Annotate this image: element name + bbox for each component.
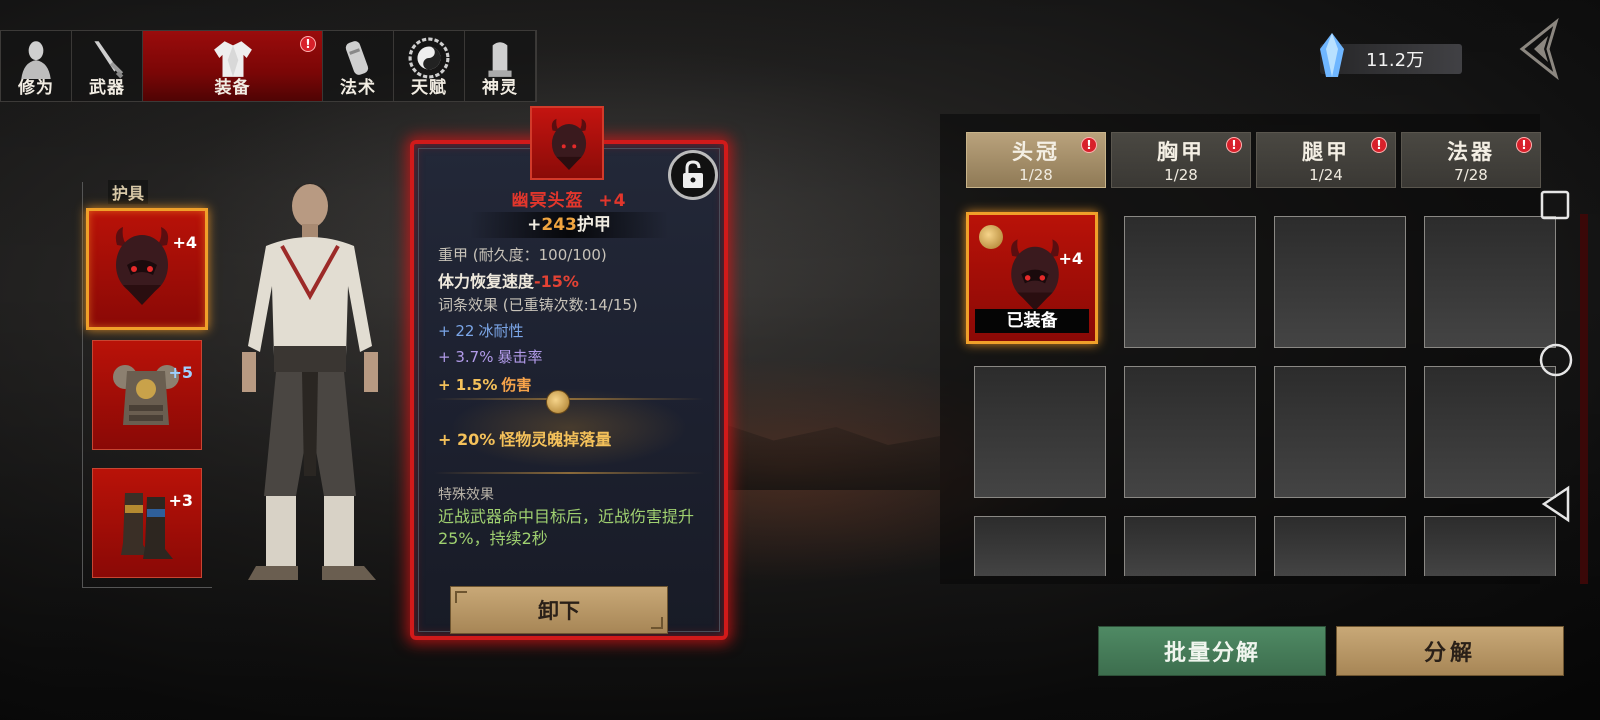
- affix-text: 怪物灵魄掉落量: [499, 430, 612, 449]
- armor-value-label: 护甲: [576, 215, 611, 235]
- inventory-slot-empty[interactable]: [1124, 366, 1256, 498]
- alert-badge: !: [1081, 137, 1097, 153]
- tab-equipment[interactable]: ! 装备: [143, 31, 323, 101]
- item-name-level: +4: [598, 191, 627, 211]
- crystal-icon: [1320, 33, 1344, 77]
- affix-value: + 3.7%: [438, 348, 494, 366]
- alert-badge: !: [1516, 137, 1532, 153]
- category-name: 胸甲: [1157, 140, 1205, 164]
- tab-legs[interactable]: 腿甲 1/24 !: [1256, 132, 1396, 188]
- demon-helmet-icon: [1011, 239, 1059, 311]
- item-level: +4: [172, 233, 197, 252]
- inventory-slot-equipped[interactable]: +4 已装备: [966, 212, 1098, 344]
- category-count: 7/28: [1454, 166, 1488, 184]
- affix-header: 词条效果 (已重铸次数:14/15): [438, 296, 638, 314]
- armor-slot-helmet[interactable]: +4: [86, 208, 208, 330]
- set-icon: [979, 225, 1003, 249]
- tab-artifact[interactable]: 法器 7/28 !: [1401, 132, 1541, 188]
- decompose-button[interactable]: 分解: [1336, 626, 1564, 676]
- demon-helmet-icon: [115, 227, 169, 305]
- back-icon[interactable]: [1512, 18, 1570, 80]
- recent-apps-icon[interactable]: [1540, 190, 1570, 220]
- item-name-text: 幽冥头盔: [511, 191, 584, 211]
- tab-cultivation[interactable]: 修为: [1, 31, 72, 101]
- coin-icon: [546, 390, 570, 414]
- inventory-slot-empty[interactable]: [1274, 216, 1406, 348]
- divider: [434, 472, 704, 474]
- armor-type-line: 重甲 (耐久度：100/100): [438, 246, 607, 264]
- demon-helmet-icon: [551, 118, 587, 170]
- stamina-line: 体力恢复速度-15%: [438, 268, 579, 292]
- affix-value: + 20%: [438, 430, 496, 449]
- tab-crown[interactable]: 头冠 1/28 !: [966, 132, 1106, 188]
- armor-slot-boots[interactable]: +3: [92, 468, 202, 578]
- armor-value: +243护甲: [470, 212, 668, 238]
- item-level: +5: [168, 363, 193, 382]
- affix-ice-resist: + 22 冰耐性: [438, 320, 523, 341]
- home-icon[interactable]: [1539, 343, 1573, 377]
- sword-icon: [94, 41, 124, 79]
- category-count: 1/24: [1309, 166, 1343, 184]
- batch-decompose-button[interactable]: 批量分解: [1098, 626, 1326, 676]
- item-level: +4: [1058, 249, 1083, 268]
- tab-spell[interactable]: 法术: [323, 31, 394, 101]
- alert-badge: !: [1226, 137, 1242, 153]
- robe-icon: [213, 41, 252, 77]
- affix-text: 暴击率: [497, 348, 543, 366]
- category-name: 腿甲: [1302, 140, 1350, 164]
- inventory-slot-empty[interactable]: [1124, 216, 1256, 348]
- tablet-icon: [488, 42, 512, 77]
- back-nav-icon[interactable]: [1541, 485, 1570, 523]
- taiji-icon: [408, 37, 450, 79]
- character-model[interactable]: [226, 176, 396, 616]
- category-name: 法器: [1447, 140, 1495, 164]
- affix-soul-drop: + 20% 怪物灵魄掉落量: [438, 426, 611, 450]
- equipped-tag: 已装备: [975, 309, 1089, 333]
- item-level: +3: [168, 491, 193, 510]
- tab-chest[interactable]: 胸甲 1/28 !: [1111, 132, 1251, 188]
- armor-value-prefix: +: [527, 215, 542, 235]
- affix-value: + 22: [438, 322, 475, 340]
- scroll-icon: [345, 41, 369, 75]
- stamina-label: 体力恢复速度: [438, 272, 535, 291]
- system-nav-bar: [1539, 190, 1573, 523]
- armor-panel-title: 护具: [108, 180, 149, 204]
- alert-badge: !: [300, 36, 316, 52]
- tab-talent[interactable]: 天赋: [394, 31, 465, 101]
- inventory-slot-empty[interactable]: [1274, 516, 1406, 576]
- inventory-slot-empty[interactable]: [974, 366, 1106, 498]
- inventory-slot-empty[interactable]: [1274, 366, 1406, 498]
- category-name: 头冠: [1012, 140, 1060, 164]
- armor-slot-chest[interactable]: +5: [92, 340, 202, 450]
- stamina-value: -15%: [534, 272, 579, 291]
- alert-badge: !: [1371, 137, 1387, 153]
- special-effect-text: 近战武器命中目标后，近战伤害提升25%，持续2秒: [438, 507, 695, 548]
- category-count: 1/28: [1019, 166, 1053, 184]
- inventory-slot-empty[interactable]: [1124, 516, 1256, 576]
- item-name: 幽冥头盔 +4: [410, 186, 728, 211]
- armor-value-number: 243: [541, 215, 577, 235]
- item-tooltip-card: 幽冥头盔 +4 +243护甲 重甲 (耐久度：100/100) 体力恢复速度-1…: [410, 106, 728, 640]
- tooltip-item-icon: [530, 106, 604, 180]
- meditation-icon: [21, 41, 51, 79]
- affix-text: 冰耐性: [478, 322, 524, 340]
- unequip-button[interactable]: 卸下: [450, 586, 668, 634]
- category-count: 1/28: [1164, 166, 1198, 184]
- top-tab-bar: 修为 武器 ! 装备 法术 天赋 神灵: [0, 30, 537, 102]
- tab-deity[interactable]: 神灵: [465, 31, 536, 101]
- currency-amount: 11.2万: [1366, 50, 1425, 71]
- affix-crit-rate: + 3.7% 暴击率: [438, 346, 542, 367]
- inventory-slot-empty[interactable]: [974, 516, 1106, 576]
- inventory-scrollbar[interactable]: [1580, 214, 1588, 584]
- special-effect-title: 特殊效果: [438, 487, 494, 503]
- tab-weapon[interactable]: 武器: [72, 31, 143, 101]
